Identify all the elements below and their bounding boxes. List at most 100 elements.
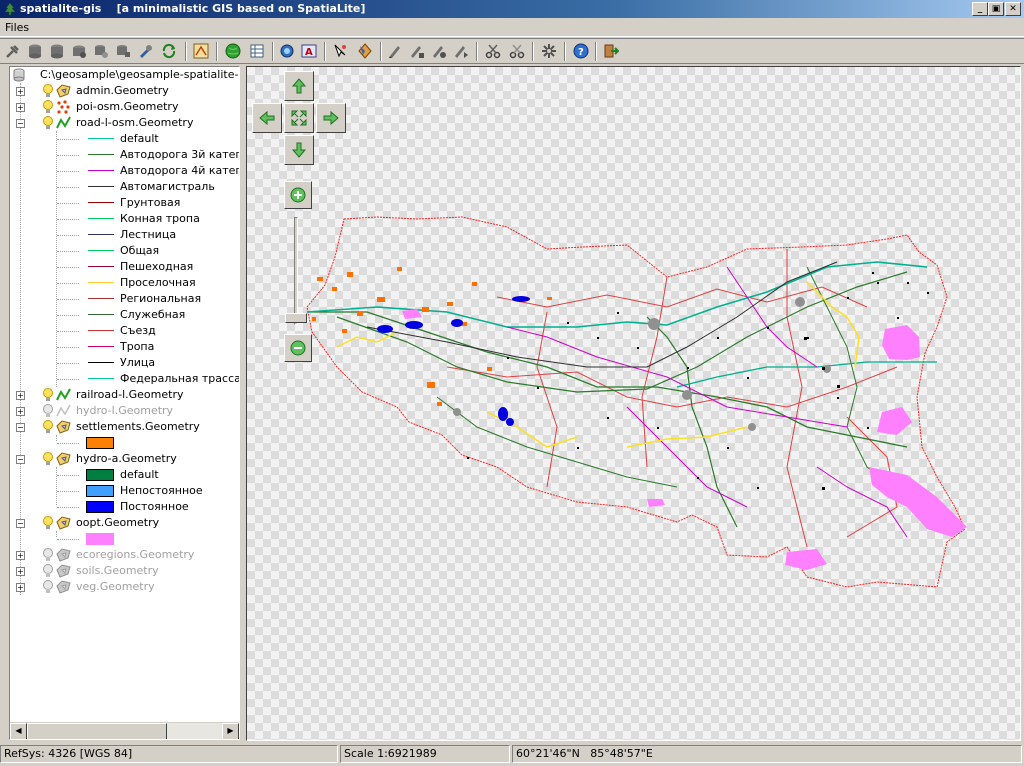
label-icon[interactable]: A — [298, 41, 320, 62]
scroll-right-button[interactable]: ▶ — [222, 723, 239, 739]
bulb-off-icon[interactable] — [42, 404, 54, 418]
legend-item[interactable] — [10, 435, 239, 451]
legend-item[interactable]: Автодорога 4й категории — [10, 163, 239, 179]
identify-icon[interactable] — [276, 41, 298, 62]
pan-up-button[interactable] — [284, 71, 314, 101]
settings-icon[interactable] — [538, 41, 560, 62]
legend-item[interactable]: Лестница — [10, 227, 239, 243]
bulb-on-icon[interactable] — [42, 452, 54, 466]
refresh-icon[interactable] — [158, 41, 180, 62]
legend-item[interactable]: Постоянное — [10, 499, 239, 515]
edit-add-icon[interactable] — [406, 41, 428, 62]
legend-item[interactable]: Общая — [10, 243, 239, 259]
layer-row-oopt[interactable]: − oopt.Geometry — [10, 515, 239, 531]
db-disconnect-icon[interactable] — [46, 41, 68, 62]
collapse-icon[interactable]: − — [16, 119, 25, 128]
db-new-icon[interactable] — [24, 41, 46, 62]
legend-item[interactable]: Улица — [10, 355, 239, 371]
bulb-on-icon[interactable] — [42, 516, 54, 530]
polygon-layer-icon — [56, 548, 71, 562]
zoom-out-button[interactable] — [284, 334, 312, 362]
zoom-slider-thumb[interactable] — [285, 313, 307, 323]
expand-icon[interactable]: + — [16, 391, 25, 400]
expand-icon[interactable]: + — [16, 551, 25, 560]
legend-item[interactable]: Федеральная трасса — [10, 371, 239, 387]
layer-icon[interactable] — [190, 41, 212, 62]
select-feature-icon[interactable] — [354, 41, 376, 62]
legend-item[interactable]: Служебная — [10, 307, 239, 323]
bulb-off-icon[interactable] — [42, 548, 54, 562]
db-vacuum-icon[interactable] — [68, 41, 90, 62]
layer-row-ecoregions[interactable]: + ecoregions.Geometry — [10, 547, 239, 563]
collapse-icon[interactable]: − — [16, 519, 25, 528]
help-icon[interactable]: ? — [570, 41, 592, 62]
minimize-button[interactable]: _ — [972, 2, 988, 16]
expand-icon[interactable]: + — [16, 583, 25, 592]
bulb-on-icon[interactable] — [42, 420, 54, 434]
legend-item[interactable]: Региональная — [10, 291, 239, 307]
layer-row-veg[interactable]: + veg.Geometry — [10, 579, 239, 595]
zoom-in-button[interactable] — [284, 181, 312, 209]
legend-item[interactable]: Автомагистраль — [10, 179, 239, 195]
edit-icon[interactable] — [384, 41, 406, 62]
layer-row-admin[interactable]: + admin.Geometry — [10, 83, 239, 99]
layer-row-soils[interactable]: + soils.Geometry — [10, 563, 239, 579]
legend-item[interactable]: Конная тропа — [10, 211, 239, 227]
layer-row-road-l-osm[interactable]: − road-l-osm.Geometry — [10, 115, 239, 131]
connect-icon[interactable] — [2, 41, 24, 62]
layer-row-settlements[interactable]: − settlements.Geometry — [10, 419, 239, 435]
edit-move-icon[interactable] — [450, 41, 472, 62]
bulb-on-icon[interactable] — [42, 388, 54, 402]
scrollbar-thumb[interactable] — [27, 723, 167, 739]
legend-item[interactable]: default — [10, 467, 239, 483]
globe-icon[interactable] — [222, 41, 244, 62]
expand-icon[interactable]: + — [16, 103, 25, 112]
tree-root[interactable]: C:\geosample\geosample-spatialite-gis.sq… — [10, 67, 239, 83]
legend-item[interactable]: Тропа — [10, 339, 239, 355]
legend-item[interactable]: Грунтовая — [10, 195, 239, 211]
layer-row-hydro-l[interactable]: + hydro-l.Geometry — [10, 403, 239, 419]
select-icon[interactable] — [330, 41, 352, 62]
exit-icon[interactable] — [600, 41, 622, 62]
db-sql-icon[interactable] — [90, 41, 112, 62]
bulb-on-icon[interactable] — [42, 84, 54, 98]
collapse-icon[interactable]: − — [16, 423, 25, 432]
db-query-icon[interactable] — [112, 41, 134, 62]
layer-row-railroad-l[interactable]: + railroad-l.Geometry — [10, 387, 239, 403]
zoom-slider-track[interactable] — [294, 217, 298, 325]
db-export-icon[interactable] — [134, 41, 156, 62]
zoom-extent-button[interactable] — [284, 103, 314, 133]
expand-icon[interactable]: + — [16, 87, 25, 96]
expand-icon[interactable]: + — [16, 567, 25, 576]
horizontal-scrollbar[interactable]: ◀ ▶ — [10, 722, 239, 739]
legend-item[interactable]: Пешеходная — [10, 259, 239, 275]
legend-item[interactable]: Проселочная — [10, 275, 239, 291]
cut-icon[interactable] — [482, 41, 504, 62]
legend-item[interactable]: Автодорога 3й категории — [10, 147, 239, 163]
scroll-left-button[interactable]: ◀ — [10, 723, 27, 739]
legend-item[interactable]: Съезд — [10, 323, 239, 339]
table-icon[interactable] — [246, 41, 268, 62]
maximize-button[interactable]: ▣ — [988, 2, 1004, 16]
menu-files[interactable]: Files — [5, 21, 29, 34]
map-rendering[interactable] — [247, 67, 1020, 740]
map-canvas[interactable] — [246, 66, 1021, 741]
pan-left-button[interactable] — [252, 103, 282, 133]
bulb-on-icon[interactable] — [42, 100, 54, 114]
bulb-off-icon[interactable] — [42, 580, 54, 594]
legend-item[interactable] — [10, 531, 239, 547]
bulb-on-icon[interactable] — [42, 116, 54, 130]
layer-row-poi-osm[interactable]: + poi-osm.Geometry — [10, 99, 239, 115]
collapse-icon[interactable]: − — [16, 455, 25, 464]
edit-delete-icon[interactable] — [428, 41, 450, 62]
legend-label: Непостоянное — [120, 484, 203, 497]
legend-item[interactable]: Непостоянное — [10, 483, 239, 499]
bulb-off-icon[interactable] — [42, 564, 54, 578]
expand-icon[interactable]: + — [16, 407, 25, 416]
pan-right-button[interactable] — [316, 103, 346, 133]
pan-down-button[interactable] — [284, 135, 314, 165]
close-button[interactable]: ✕ — [1005, 2, 1021, 16]
layer-row-hydro-a[interactable]: − hydro-a.Geometry — [10, 451, 239, 467]
split-icon[interactable] — [506, 41, 528, 62]
legend-item[interactable]: default — [10, 131, 239, 147]
